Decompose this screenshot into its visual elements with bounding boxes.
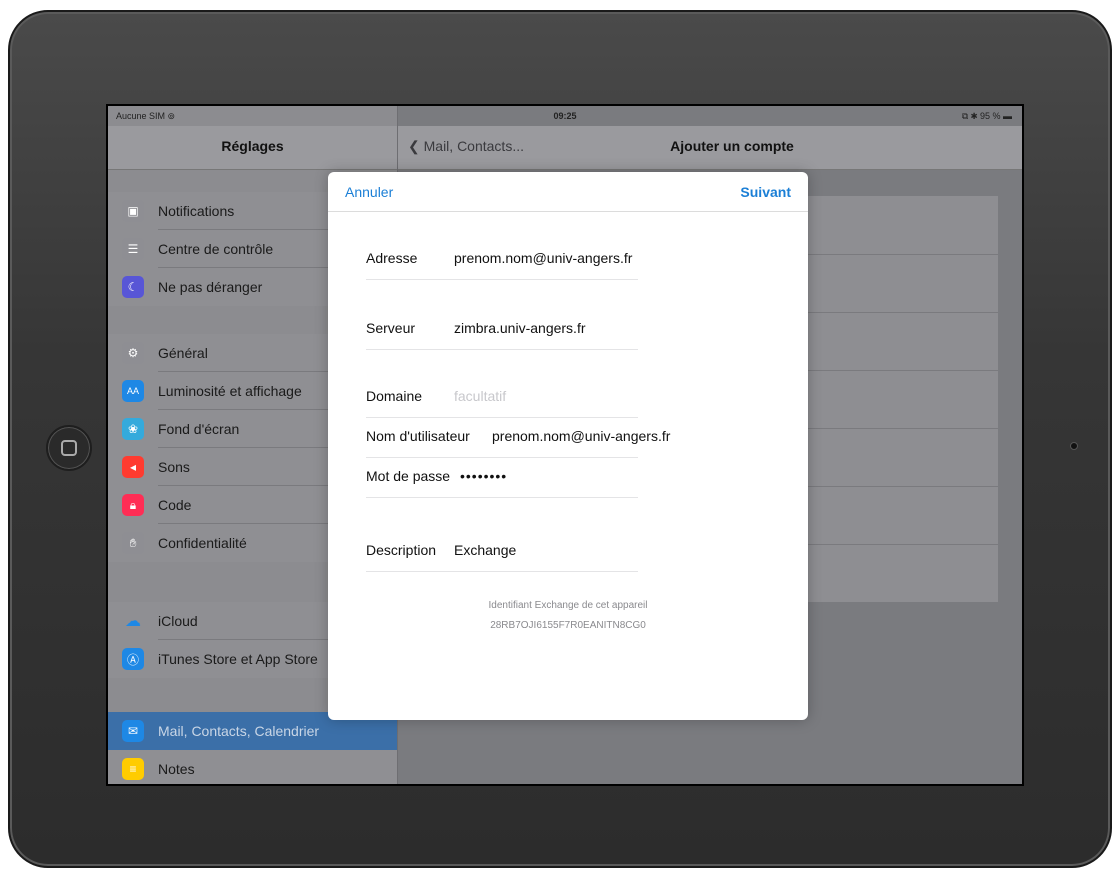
password-field[interactable]: Mot de passe ••••••••	[366, 458, 638, 498]
sidebar-item-label: Notes	[158, 761, 195, 777]
password-field-label: Mot de passe	[366, 468, 451, 484]
server-field-value[interactable]: zimbra.univ-angers.fr	[454, 320, 586, 336]
detail-header: ❮ Mail, Contacts... Ajouter un compte	[398, 126, 1022, 170]
home-button[interactable]	[46, 425, 92, 471]
camera-icon	[1070, 442, 1078, 450]
ipad-screen: Réglages ▣ Notifications ☰ Centre de con…	[106, 104, 1024, 786]
description-field[interactable]: Description Exchange	[366, 532, 638, 572]
sidebar-item-label: Luminosité et affichage	[158, 383, 302, 399]
description-field-value[interactable]: Exchange	[454, 542, 516, 558]
email-field-value[interactable]: prenom.nom@univ-angers.fr	[454, 250, 632, 266]
cloud-icon: ☁	[125, 613, 141, 630]
server-field-label: Serveur	[366, 320, 416, 336]
sidebar-title: Réglages	[221, 138, 284, 154]
description-field-label: Description	[366, 542, 437, 558]
domain-field-placeholder[interactable]: facultatif	[454, 388, 506, 404]
sidebar-header: Réglages	[108, 126, 397, 170]
mail-icon: ✉	[122, 720, 144, 742]
battery-indicator: ⧉ ✱ 95 % ▬	[961, 111, 1012, 121]
username-field[interactable]: Nom d'utilisateur prenom.nom@univ-angers…	[366, 418, 670, 458]
moon-icon: ☾	[122, 276, 144, 298]
sidebar-item-label: Mail, Contacts, Calendrier	[158, 723, 320, 739]
email-field[interactable]: Adresse prenom.nom@univ-angers.fr	[366, 240, 638, 280]
clock: 09:25	[553, 111, 577, 121]
next-button[interactable]: Suivant	[740, 184, 791, 200]
add-account-modal: Annuler Suivant Adresse prenom.nom@univ-…	[328, 172, 808, 720]
username-field-value[interactable]: prenom.nom@univ-angers.fr	[492, 428, 670, 444]
notes-icon: ≡	[122, 758, 144, 780]
gear-icon: ⚙	[122, 342, 144, 364]
account-type-list	[808, 196, 998, 602]
sidebar-item-label: Notifications	[158, 203, 235, 219]
username-field-label: Nom d'utilisateur	[366, 428, 470, 444]
speaker-icon: ◂	[122, 456, 144, 478]
brightness-icon: AA	[122, 380, 144, 402]
detail-title: Ajouter un compte	[670, 138, 794, 154]
email-field-label: Adresse	[366, 250, 418, 266]
domain-field[interactable]: Domaine facultatif	[366, 378, 638, 418]
battery-icon: ▬	[1003, 111, 1012, 121]
lock-icon: 🔒︎	[122, 494, 144, 516]
device-id-label: Identifiant Exchange de cet appareil	[488, 600, 648, 611]
sidebar-item-label: Code	[158, 497, 192, 513]
domain-field-label: Domaine	[366, 388, 423, 404]
hand-icon: ✋︎	[122, 532, 144, 554]
sidebar-item-label: Ne pas déranger	[158, 279, 263, 295]
sidebar-item-label: iCloud	[158, 613, 198, 629]
home-square-icon	[61, 440, 77, 456]
control-center-icon: ☰	[122, 238, 144, 260]
modal-navbar: Annuler Suivant	[328, 172, 808, 212]
sidebar-item-label: iTunes Store et App Store	[158, 651, 318, 667]
sidebar-item-label: Confidentialité	[158, 535, 247, 551]
server-field[interactable]: Serveur zimbra.univ-angers.fr	[366, 310, 638, 350]
wallpaper-icon: ❀	[122, 418, 144, 440]
password-field-value[interactable]: ••••••••	[460, 468, 507, 484]
sidebar-item-notes[interactable]: ≡ Notes	[108, 750, 397, 784]
device-id: 28RB7OJI6155F7R0EANITN8CG0	[490, 620, 646, 631]
app-store-icon: Ⓐ	[122, 648, 144, 670]
notifications-icon: ▣	[122, 200, 144, 222]
sidebar-item-label: Sons	[158, 459, 190, 475]
cancel-button[interactable]: Annuler	[345, 184, 393, 200]
sidebar-group-4: ✉ Mail, Contacts, Calendrier ≡ Notes	[108, 712, 397, 784]
sidebar-item-label: Centre de contrôle	[158, 241, 274, 257]
status-bar: Aucune SIM ⊚ 09:25 ⧉ ✱ 95 % ▬	[108, 106, 1022, 126]
sidebar-item-label: Fond d'écran	[158, 421, 240, 437]
sidebar-item-label: Général	[158, 345, 208, 361]
